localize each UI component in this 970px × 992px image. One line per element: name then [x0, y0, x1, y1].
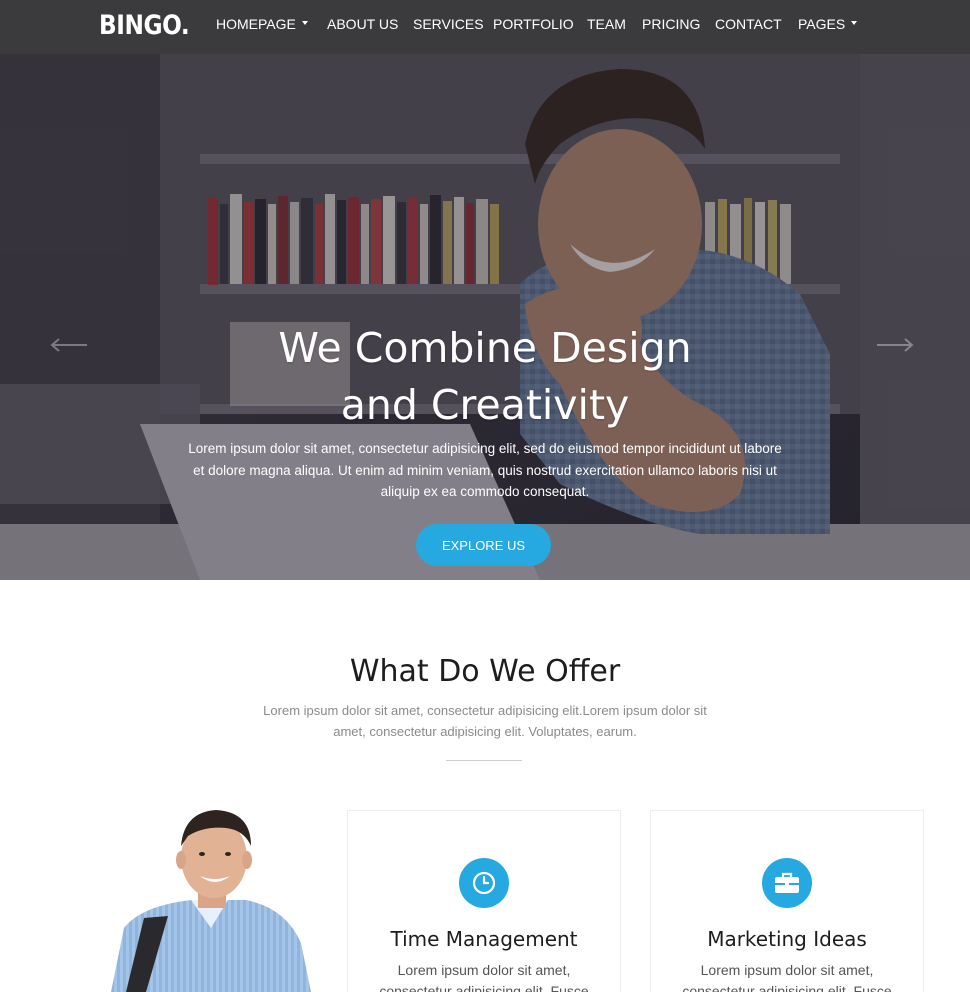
hero-title-line-1: We Combine Design: [278, 324, 692, 372]
hero-title-line-2: and Creativity: [340, 381, 630, 429]
navbar: BINGO. HOMEPAGE ABOUT US SERVICES PORTFO…: [0, 0, 970, 54]
section-title: What Do We Offer: [349, 654, 621, 689]
smiling-student-image: [111, 810, 311, 992]
hero-description: Lorem ipsum dolor sit amet, consectetur …: [188, 441, 782, 499]
nav-item-pages[interactable]: PAGES: [798, 16, 858, 32]
feature-card-marketing-ideas: Marketing Ideas Lorem ipsum dolor sit am…: [650, 810, 924, 992]
clock-icon: [459, 858, 509, 908]
nav-item-about-us[interactable]: ABOUT US: [327, 16, 398, 32]
hero-title: We Combine Design and Creativity: [0, 320, 970, 434]
caret-down-icon: [851, 21, 858, 26]
brand-logo[interactable]: BINGO.: [99, 10, 190, 41]
nav-item-services[interactable]: SERVICES: [413, 16, 484, 32]
hero-slider: We Combine Design and Creativity Lorem i…: [0, 54, 970, 580]
explore-us-button[interactable]: EXPLORE US: [416, 524, 551, 566]
nav-item-label: HOMEPAGE: [216, 16, 296, 32]
nav-item-pricing[interactable]: PRICING: [642, 16, 700, 32]
card-title: Time Management: [390, 927, 578, 951]
card-text: Lorem ipsum dolor sit amet, consectetur …: [379, 962, 589, 992]
nav-item-label: PAGES: [798, 16, 846, 32]
nav-item-homepage[interactable]: HOMEPAGE: [216, 16, 308, 32]
briefcase-icon: [762, 858, 812, 908]
card-title: Marketing Ideas: [707, 927, 867, 951]
section-subtitle: Lorem ipsum dolor sit amet, consectetur …: [263, 703, 707, 739]
caret-down-icon: [301, 21, 308, 26]
feature-card-time-management: Time Management Lorem ipsum dolor sit am…: [347, 810, 621, 992]
section-divider: [446, 760, 522, 761]
card-text: Lorem ipsum dolor sit amet, consectetur …: [682, 962, 892, 992]
nav-item-portfolio[interactable]: PORTFOLIO: [493, 16, 574, 32]
nav-item-team[interactable]: TEAM: [587, 16, 626, 32]
nav-item-contact[interactable]: CONTACT: [715, 16, 782, 32]
